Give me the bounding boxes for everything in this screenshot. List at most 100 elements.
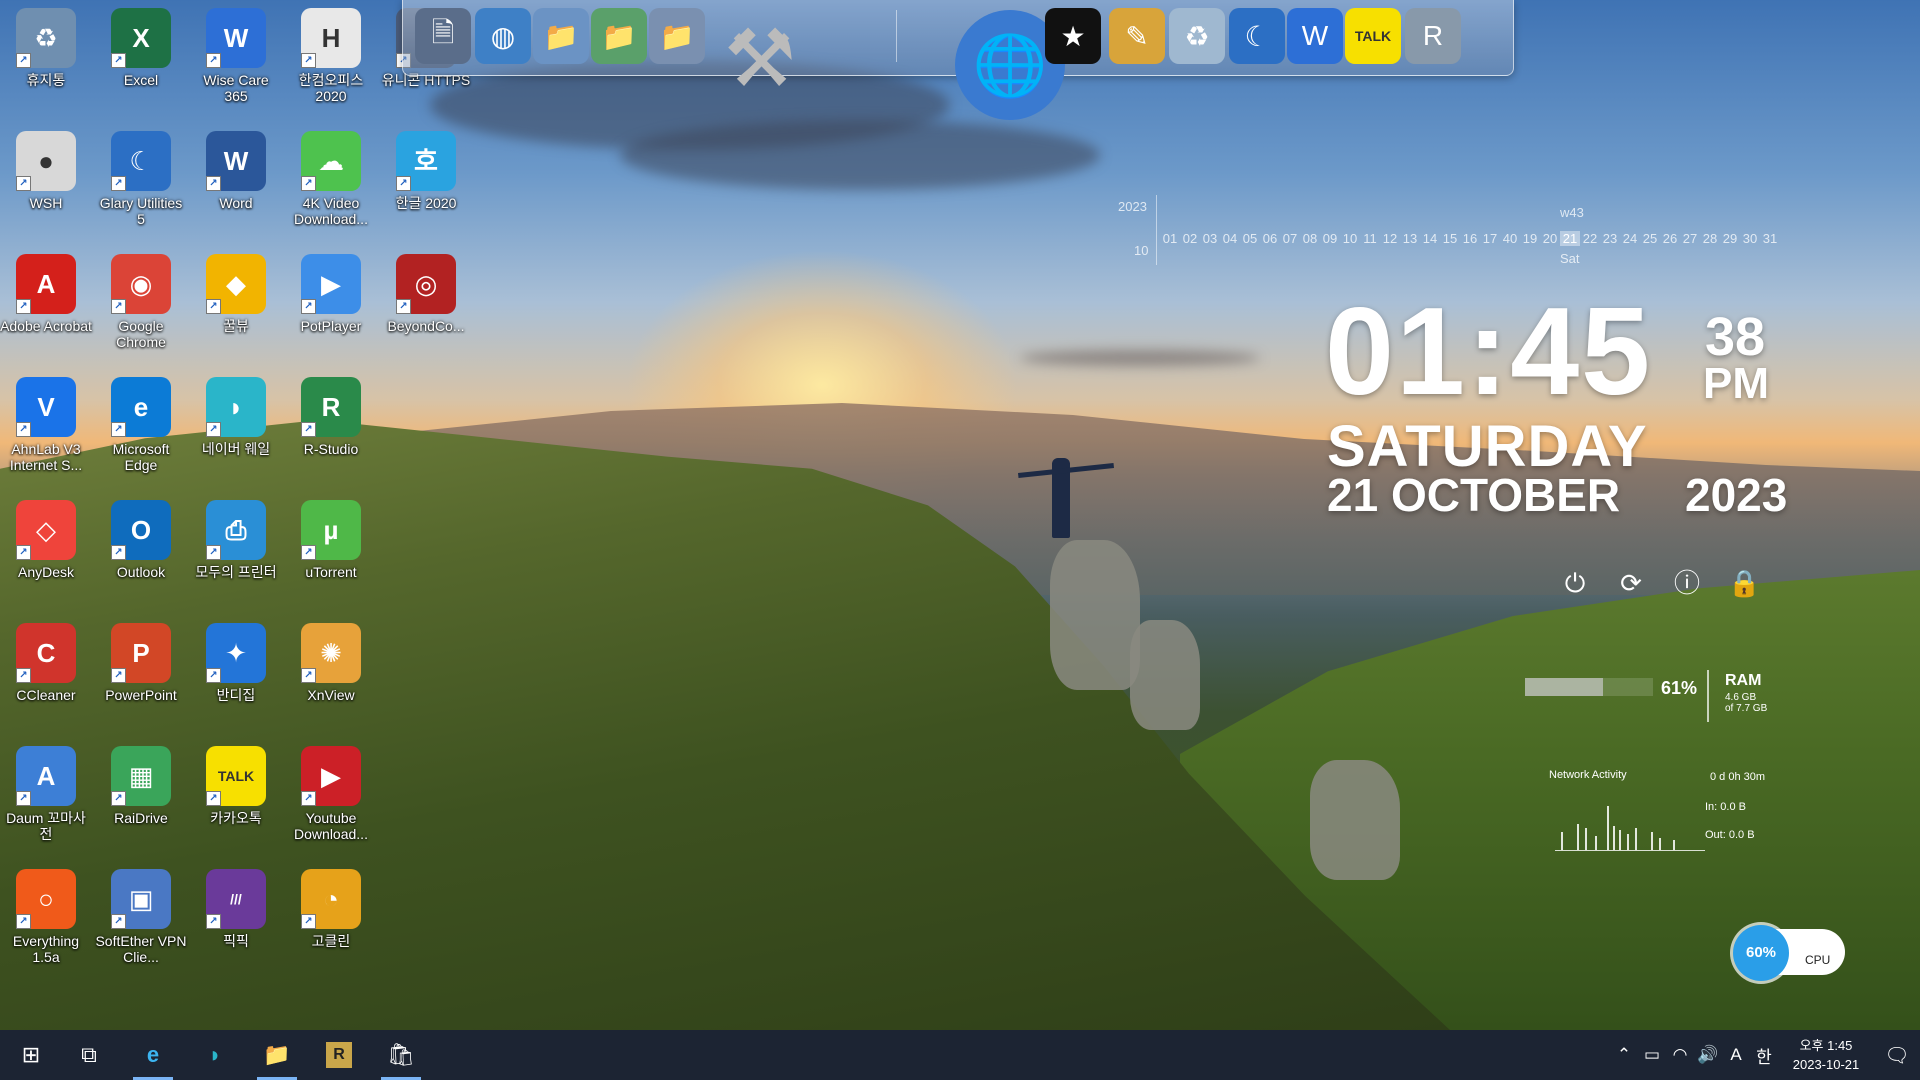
desktop-icon[interactable]: ✦ ↗ 반디집 (190, 617, 282, 735)
task-view-button[interactable]: ⧉ (64, 1030, 114, 1080)
desktop-icon-label: Everything 1.5a (12, 933, 80, 965)
dock-wrench-icon[interactable]: ✎ (1109, 8, 1165, 64)
calendar-day: 19 (1522, 231, 1538, 246)
desktop-icon[interactable]: ● ↗ WSH (0, 125, 92, 243)
desktop-icon[interactable]: ◉ ↗ Google Chrome (95, 248, 187, 366)
dock-tshirt-icon[interactable]: ★ (1045, 8, 1101, 64)
clock-day: SATURDAY (1327, 414, 1648, 479)
dock-recycle-icon[interactable]: ♻ (1169, 8, 1225, 64)
calendar-day: 13 (1402, 231, 1418, 246)
lock-icon[interactable]: 🔒 (1728, 568, 1760, 598)
ram-bar (1525, 678, 1653, 696)
dock-glary-icon[interactable]: ☾ (1229, 8, 1285, 64)
restart-icon[interactable]: ⟳ (1616, 568, 1646, 598)
calendar-day: 09 (1322, 231, 1338, 246)
desktop-icon[interactable]: ○ ↗ Everything 1.5a (0, 863, 92, 981)
desktop-icon[interactable]: TALK ↗ 카카오톡 (190, 740, 282, 858)
taskbar-registry[interactable]: R (314, 1030, 364, 1080)
battery-icon[interactable]: ▭ (1638, 1045, 1666, 1065)
dock-network-icon[interactable]: ◍ (475, 8, 531, 64)
shortcut-arrow-icon: ↗ (111, 914, 126, 929)
desktop-icon-label: Outlook (116, 564, 166, 580)
calendar-day: 25 (1642, 231, 1658, 246)
calendar-day: 14 (1422, 231, 1438, 246)
dock-folder-green-icon[interactable]: 📁 (591, 8, 647, 64)
desktop-icon[interactable]: W ↗ Wise Care 365 (190, 2, 282, 120)
wifi-icon[interactable]: ◠ (1666, 1045, 1694, 1065)
ime-mode-icon[interactable]: A (1722, 1045, 1750, 1065)
logoff-icon[interactable]: ⓘ (1672, 568, 1702, 598)
dock-certificate-icon[interactable]: 🗎 (415, 8, 471, 64)
desktop-icon[interactable]: A ↗ Daum 꼬마사전 (0, 740, 92, 858)
notification-icon[interactable]: 🗨 (1874, 1043, 1920, 1068)
dock-tools-icon[interactable]: ⚒ (715, 8, 805, 108)
desktop-icon[interactable]: X ↗ Excel (95, 2, 187, 120)
desktop-icon[interactable]: ///↗ 픽픽 (190, 863, 282, 981)
desktop-icon-label: Word (219, 195, 253, 211)
desktop-icon[interactable]: ◇ ↗ AnyDesk (0, 494, 92, 612)
app-icon: ☾ ↗ (111, 131, 171, 191)
shortcut-arrow-icon: ↗ (16, 668, 31, 683)
app-icon: ♻ ↗ (16, 8, 76, 68)
shortcut-arrow-icon: ↗ (206, 668, 221, 683)
dock-kakaotalk-icon[interactable]: TALK (1345, 8, 1401, 64)
network-in: In: 0.0 B (1705, 801, 1746, 813)
volume-icon[interactable]: 🔊 (1694, 1045, 1722, 1065)
desktop-icon[interactable]: W ↗ Word (190, 125, 282, 243)
desktop-icon[interactable]: ▣ ↗ SoftEther VPN Clie... (95, 863, 187, 981)
dock-folder-photo-icon[interactable]: 📁 (649, 8, 705, 64)
desktop-icon[interactable]: ◆ ↗ 꿀뷰 (190, 248, 282, 366)
taskbar-store[interactable]: 🛍 (376, 1030, 426, 1080)
desktop-icon[interactable]: P ↗ PowerPoint (95, 617, 187, 735)
task-view-icon: ⧉ (81, 1042, 97, 1067)
desktop-icon[interactable]: 호 ↗ 한글 2020 (380, 125, 472, 243)
taskbar-whale[interactable]: ◗ (190, 1030, 240, 1080)
desktop-icon[interactable]: ▶ ↗ Youtube Download... (285, 740, 377, 858)
desktop-icon[interactable]: R ↗ R-Studio (285, 371, 377, 489)
desktop-icon[interactable]: ✺ ↗ XnView (285, 617, 377, 735)
shortcut-arrow-icon: ↗ (206, 176, 221, 191)
desktop-icon-label: 반디집 (216, 687, 256, 703)
taskbar-edge[interactable]: e (128, 1030, 178, 1080)
desktop-icon[interactable]: µ ↗ uTorrent (285, 494, 377, 612)
network-graph-spike (1627, 834, 1629, 850)
desktop-icon[interactable]: ☁ ↗ 4K Video Download... (285, 125, 377, 243)
taskbar-file-explorer[interactable]: 📁 (252, 1030, 302, 1080)
clock-year: 2023 (1685, 469, 1788, 521)
app-icon: µ ↗ (301, 500, 361, 560)
calendar-day: 21 (1560, 231, 1580, 246)
desktop-icon[interactable]: ◎ ↗ BeyondCo... (380, 248, 472, 366)
shortcut-arrow-icon: ↗ (111, 668, 126, 683)
network-graph-spike (1673, 840, 1675, 850)
ime-hangul-icon[interactable]: 한 (1750, 1043, 1778, 1068)
desktop-icon[interactable]: H ↗ 한컴오피스 2020 (285, 2, 377, 120)
tray-clock[interactable]: 오후 1:45 2023-10-21 (1778, 1036, 1874, 1074)
desktop-icon[interactable]: ☾ ↗ Glary Utilities 5 (95, 125, 187, 243)
shutdown-icon[interactable]: ⏻ (1560, 568, 1590, 598)
tray-overflow-chevron-icon[interactable]: ⌃ (1610, 1045, 1638, 1065)
desktop-icon[interactable]: ♻ ↗ 휴지통 (0, 2, 92, 120)
desktop-icon[interactable]: A ↗ Adobe Acrobat (0, 248, 92, 366)
ram-meter: 61% RAM 4.6 GB of 7.7 GB (1525, 670, 1785, 730)
desktop-icon[interactable]: ▦ ↗ RaiDrive (95, 740, 187, 858)
app-icon: ▣ ↗ (111, 869, 171, 929)
start-button[interactable]: ⊞ (6, 1030, 56, 1080)
desktop-icon[interactable]: e ↗ Microsoft Edge (95, 371, 187, 489)
desktop-icon[interactable]: C ↗ CCleaner (0, 617, 92, 735)
network-graph (1555, 805, 1705, 851)
app-icon: ☁ ↗ (301, 131, 361, 191)
dock-folder-icon[interactable]: 📁 (533, 8, 589, 64)
dock-registry-icon[interactable]: R (1405, 8, 1461, 64)
calendar-day: 40 (1502, 231, 1518, 246)
desktop-icon[interactable]: O ↗ Outlook (95, 494, 187, 612)
shortcut-arrow-icon: ↗ (111, 422, 126, 437)
desktop-icon[interactable]: ⎙ ↗ 모두의 프린터 (190, 494, 282, 612)
desktop-icon[interactable]: ◔ ↗ 고클린 (285, 863, 377, 981)
desktop-icon[interactable]: ◗ ↗ 네이버 웨일 (190, 371, 282, 489)
windows-icon: ⊞ (21, 1042, 41, 1067)
calendar-day: 07 (1282, 231, 1298, 246)
desktop-icon[interactable]: ▶ ↗ PotPlayer (285, 248, 377, 366)
dock-wise-icon[interactable]: W (1287, 8, 1343, 64)
registry-icon: R (326, 1042, 352, 1068)
desktop-icon[interactable]: V ↗ AhnLab V3 Internet S... (0, 371, 92, 489)
